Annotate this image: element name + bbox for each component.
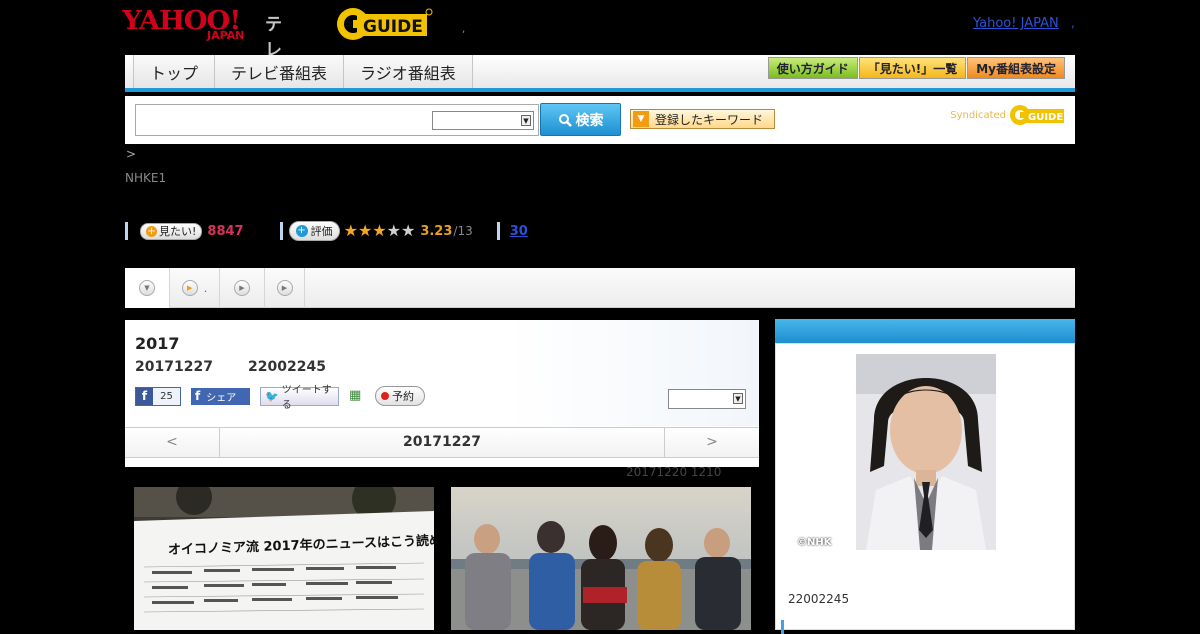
program-date: 20171227 xyxy=(135,359,213,375)
nav-tab-top[interactable]: トップ xyxy=(133,55,215,88)
program-options-select[interactable]: ▼ xyxy=(668,389,746,409)
pager-current-date: 20171227 xyxy=(403,434,481,450)
svg-text:GUIDE: GUIDE xyxy=(1028,112,1063,123)
rating-stars: ★ ★ ★ ★ ★ xyxy=(344,223,416,239)
tweet-label: ツイートする xyxy=(281,385,332,411)
star-empty-icon: ★ xyxy=(400,221,416,240)
calendar-add-icon[interactable]: ▦ xyxy=(349,388,365,404)
nav-tab-radio-guide[interactable]: ラジオ番組表 xyxy=(343,55,473,88)
star-filled-icon: ★ xyxy=(357,221,373,240)
tab-program-info[interactable]: ▼ xyxy=(125,268,170,308)
svg-text:GUIDE: GUIDE xyxy=(363,17,423,37)
tab-video-label: . xyxy=(203,281,208,295)
stat-divider xyxy=(279,222,283,240)
last-updated: 20171220 1210 xyxy=(626,465,722,479)
record-button[interactable]: 予約 xyxy=(375,386,425,406)
tweet-button[interactable]: 🐦 ツイートする xyxy=(260,385,339,411)
sidebar-divider xyxy=(781,620,784,634)
star-filled-icon: ★ xyxy=(372,221,387,240)
my-guide-settings-button[interactable]: My番組表設定 xyxy=(967,57,1065,79)
facebook-icon: f xyxy=(195,389,201,403)
header-link-separator: , xyxy=(1071,16,1075,30)
rate-label: 評価 xyxy=(310,225,333,238)
star-empty-icon: ★ xyxy=(386,221,401,240)
host-portrait xyxy=(796,354,1056,550)
search-bar: ▼ 検索 ▼ 登録したキーワード Syndicated GUIDE xyxy=(125,96,1075,144)
play-icon: ▶ xyxy=(276,280,293,296)
date-pager: < 20171227 > xyxy=(125,427,759,458)
pager-prev-button[interactable]: < xyxy=(125,428,220,457)
want-to-watch-label: 見たい! xyxy=(159,225,197,238)
record-dot-icon xyxy=(381,392,389,400)
search-category-select[interactable]: ▼ xyxy=(432,111,534,130)
program-tabs: ▼ ▶ . ▶ ▶ xyxy=(125,268,1075,308)
main-nav: トップ テレビ番組表 ラジオ番組表 使い方ガイド 「見たい!」一覧 My番組表設… xyxy=(125,55,1075,92)
chevron-down-icon: ▼ xyxy=(521,115,531,126)
rating-value: 3.23 xyxy=(420,223,453,239)
share-buttons: f 25 f シェア 🐦 ツイートする ▦ 予約 xyxy=(135,385,425,411)
tab-reviews[interactable]: ▶ xyxy=(265,268,305,308)
search-icon xyxy=(558,113,572,127)
rating-count: /13 xyxy=(453,224,473,238)
nav-tab-tv-guide[interactable]: テレビ番組表 xyxy=(214,55,344,88)
gguide-logo[interactable]: GUIDE xyxy=(335,6,433,42)
program-thumbnail[interactable]: ©NHK xyxy=(796,354,1056,550)
facebook-share-label: シェア xyxy=(206,392,237,404)
syndicated-badge: Syndicated GUIDE xyxy=(950,104,1065,126)
program-header: 2017 20171227 22002245 f 25 f シェア 🐦 ツイート… xyxy=(125,320,759,426)
photo-panel-discussion xyxy=(451,487,751,630)
tab-related[interactable]: ▶ xyxy=(220,268,265,308)
yahoo-japan-link[interactable]: Yahoo! JAPAN xyxy=(973,16,1059,31)
sidebar-header xyxy=(775,319,1075,343)
program-photo-board[interactable]: オイコノミア流 2017年のニュースはこう読め! xyxy=(134,487,434,630)
japan-wordmark: JAPAN xyxy=(207,29,245,42)
program-detail-panel: 2017 20171227 22002245 f 25 f シェア 🐦 ツイート… xyxy=(125,320,759,467)
header-separator: , xyxy=(462,24,466,35)
saved-keywords-label: 登録したキーワード xyxy=(655,112,764,127)
sidebar-now-on-air: ©NHK 22002245 xyxy=(775,319,1075,634)
chevron-down-icon: ▼ xyxy=(139,280,155,296)
saved-keywords-button[interactable]: ▼ 登録したキーワード xyxy=(630,109,775,129)
sidebar-program-time: 22002245 xyxy=(788,592,850,606)
program-time: 22002245 xyxy=(248,359,326,375)
thumbnail-credit: ©NHK xyxy=(797,537,832,548)
twitter-bird-icon: 🐦 xyxy=(265,389,279,403)
plus-icon: + xyxy=(295,225,308,237)
facebook-like-button[interactable]: f 25 xyxy=(135,386,181,406)
stat-divider xyxy=(496,222,500,240)
breadcrumb[interactable]: > xyxy=(126,147,136,161)
play-icon: ▶ xyxy=(234,280,250,296)
photo-news-board: オイコノミア流 2017年のニュースはこう読め! xyxy=(134,487,434,630)
program-photo-panel[interactable] xyxy=(451,487,751,630)
facebook-share-button[interactable]: f シェア xyxy=(191,387,250,405)
search-button[interactable]: 検索 xyxy=(540,103,621,136)
nav-tabs: トップ テレビ番組表 ラジオ番組表 xyxy=(133,55,473,88)
want-to-watch-button[interactable]: + 見たい! xyxy=(140,222,203,240)
yahoo-tv-logo[interactable]: YAHOO! JAPAN テレビ xyxy=(122,6,282,85)
facebook-icon: f xyxy=(136,387,153,405)
facebook-like-count: 25 xyxy=(160,390,173,402)
tab-video[interactable]: ▶ . xyxy=(170,268,220,308)
search-button-label: 検索 xyxy=(575,112,604,129)
reviews-link[interactable]: 30 xyxy=(510,224,528,239)
stat-divider xyxy=(125,222,128,240)
dropdown-arrow-icon: ▼ xyxy=(633,111,649,127)
syndicated-label: Syndicated xyxy=(950,109,1006,121)
want-to-watch-count: 8847 xyxy=(207,223,244,239)
nav-buttons: 使い方ガイド 「見たい!」一覧 My番組表設定 xyxy=(767,57,1065,79)
program-stats: + 見たい! 8847 + 評価 ★ ★ ★ ★ ★ 3.23 /13 30 xyxy=(125,220,528,242)
watchlist-button[interactable]: 「見たい!」一覧 xyxy=(858,57,967,79)
channel-name: NHKE1 xyxy=(125,171,167,185)
plus-icon: + xyxy=(146,225,157,237)
sidebar-body: ©NHK 22002245 xyxy=(775,343,1075,634)
chevron-down-icon: ▼ xyxy=(733,393,743,404)
gguide-small-logo: GUIDE xyxy=(1010,105,1064,125)
rate-button[interactable]: + 評価 xyxy=(288,221,340,241)
pager-next-button[interactable]: > xyxy=(664,428,759,457)
play-icon: ▶ xyxy=(181,280,198,296)
record-label: 予約 xyxy=(392,390,414,403)
usage-guide-button[interactable]: 使い方ガイド xyxy=(767,57,858,79)
program-title: 2017 xyxy=(135,334,180,353)
star-filled-icon: ★ xyxy=(343,221,358,240)
